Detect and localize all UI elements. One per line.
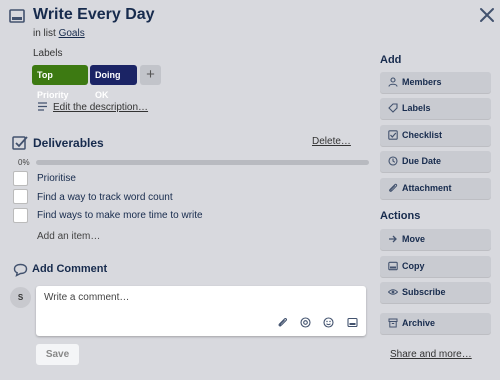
checklist-label: Checklist (402, 130, 443, 140)
subscribe-button[interactable]: Subscribe (380, 282, 491, 303)
add-label-button[interactable]: + (140, 65, 161, 85)
emoji-icon[interactable] (323, 317, 334, 328)
copy-label: Copy (402, 261, 425, 271)
label-doing-ok[interactable]: Doing OK (90, 65, 137, 100)
attachment-label: Attachment (402, 183, 452, 193)
label-top-priority[interactable]: Top Priority (32, 65, 88, 100)
checklist-button[interactable]: Checklist (380, 125, 491, 146)
due-date-label: Due Date (402, 156, 442, 166)
card-icon[interactable] (347, 317, 358, 328)
checklist-item-checkbox[interactable] (13, 189, 28, 204)
paperclip-icon[interactable] (277, 317, 288, 328)
tag-icon (388, 103, 398, 113)
in-list-text: in list Goals (33, 28, 85, 39)
labels-heading: Labels (33, 48, 63, 59)
share-and-more-link[interactable]: Share and more… (390, 349, 472, 360)
in-list-prefix: in list (33, 28, 56, 39)
add-comment-title: Add Comment (32, 263, 108, 275)
arrow-right-icon (389, 235, 397, 243)
description-icon (38, 102, 47, 111)
checkbox-icon (388, 130, 398, 140)
eye-icon (388, 289, 398, 295)
archive-icon (388, 318, 398, 328)
members-label: Members (402, 77, 442, 87)
person-icon (388, 77, 398, 87)
checklist-item-text[interactable]: Find ways to make more time to write (37, 210, 203, 221)
checklist-item-checkbox[interactable] (13, 171, 28, 186)
close-icon[interactable] (478, 6, 496, 24)
avatar[interactable]: S (10, 287, 31, 308)
comment-icon (13, 263, 28, 277)
save-comment-button[interactable]: Save (36, 344, 79, 365)
checklist-progress-bar (36, 160, 369, 165)
card-icon (9, 9, 25, 23)
actions-heading: Actions (380, 210, 421, 222)
add-heading: Add (380, 54, 402, 66)
checklist-percent: 0% (18, 158, 30, 167)
at-icon[interactable] (300, 317, 311, 328)
checklist-title[interactable]: Deliverables (33, 136, 104, 150)
list-name-link[interactable]: Goals (59, 28, 85, 39)
card-title[interactable]: Write Every Day (33, 6, 155, 24)
due-date-button[interactable]: Due Date (380, 151, 491, 172)
card-icon (388, 261, 398, 271)
move-button[interactable]: Move (380, 229, 491, 250)
clock-icon (388, 156, 398, 166)
paperclip-icon (389, 183, 398, 192)
subscribe-label: Subscribe (402, 287, 446, 297)
labels-label: Labels (402, 103, 431, 113)
edit-description-link[interactable]: Edit the description… (53, 102, 148, 113)
move-label: Move (402, 234, 426, 244)
checklist-item-checkbox[interactable] (13, 208, 28, 223)
archive-button[interactable]: Archive (380, 313, 491, 334)
checklist-item-text[interactable]: Find a way to track word count (37, 192, 173, 203)
labels-button[interactable]: Labels (380, 98, 491, 119)
add-checklist-item-link[interactable]: Add an item… (37, 231, 100, 242)
checklist-icon (12, 136, 28, 150)
copy-button[interactable]: Copy (380, 256, 491, 277)
members-button[interactable]: Members (380, 72, 491, 93)
delete-checklist-link[interactable]: Delete… (312, 136, 351, 147)
checklist-item-text[interactable]: Prioritise (37, 173, 76, 184)
attachment-button[interactable]: Attachment (380, 178, 491, 199)
archive-label: Archive (402, 318, 436, 328)
comment-placeholder: Write a comment… (44, 292, 130, 303)
